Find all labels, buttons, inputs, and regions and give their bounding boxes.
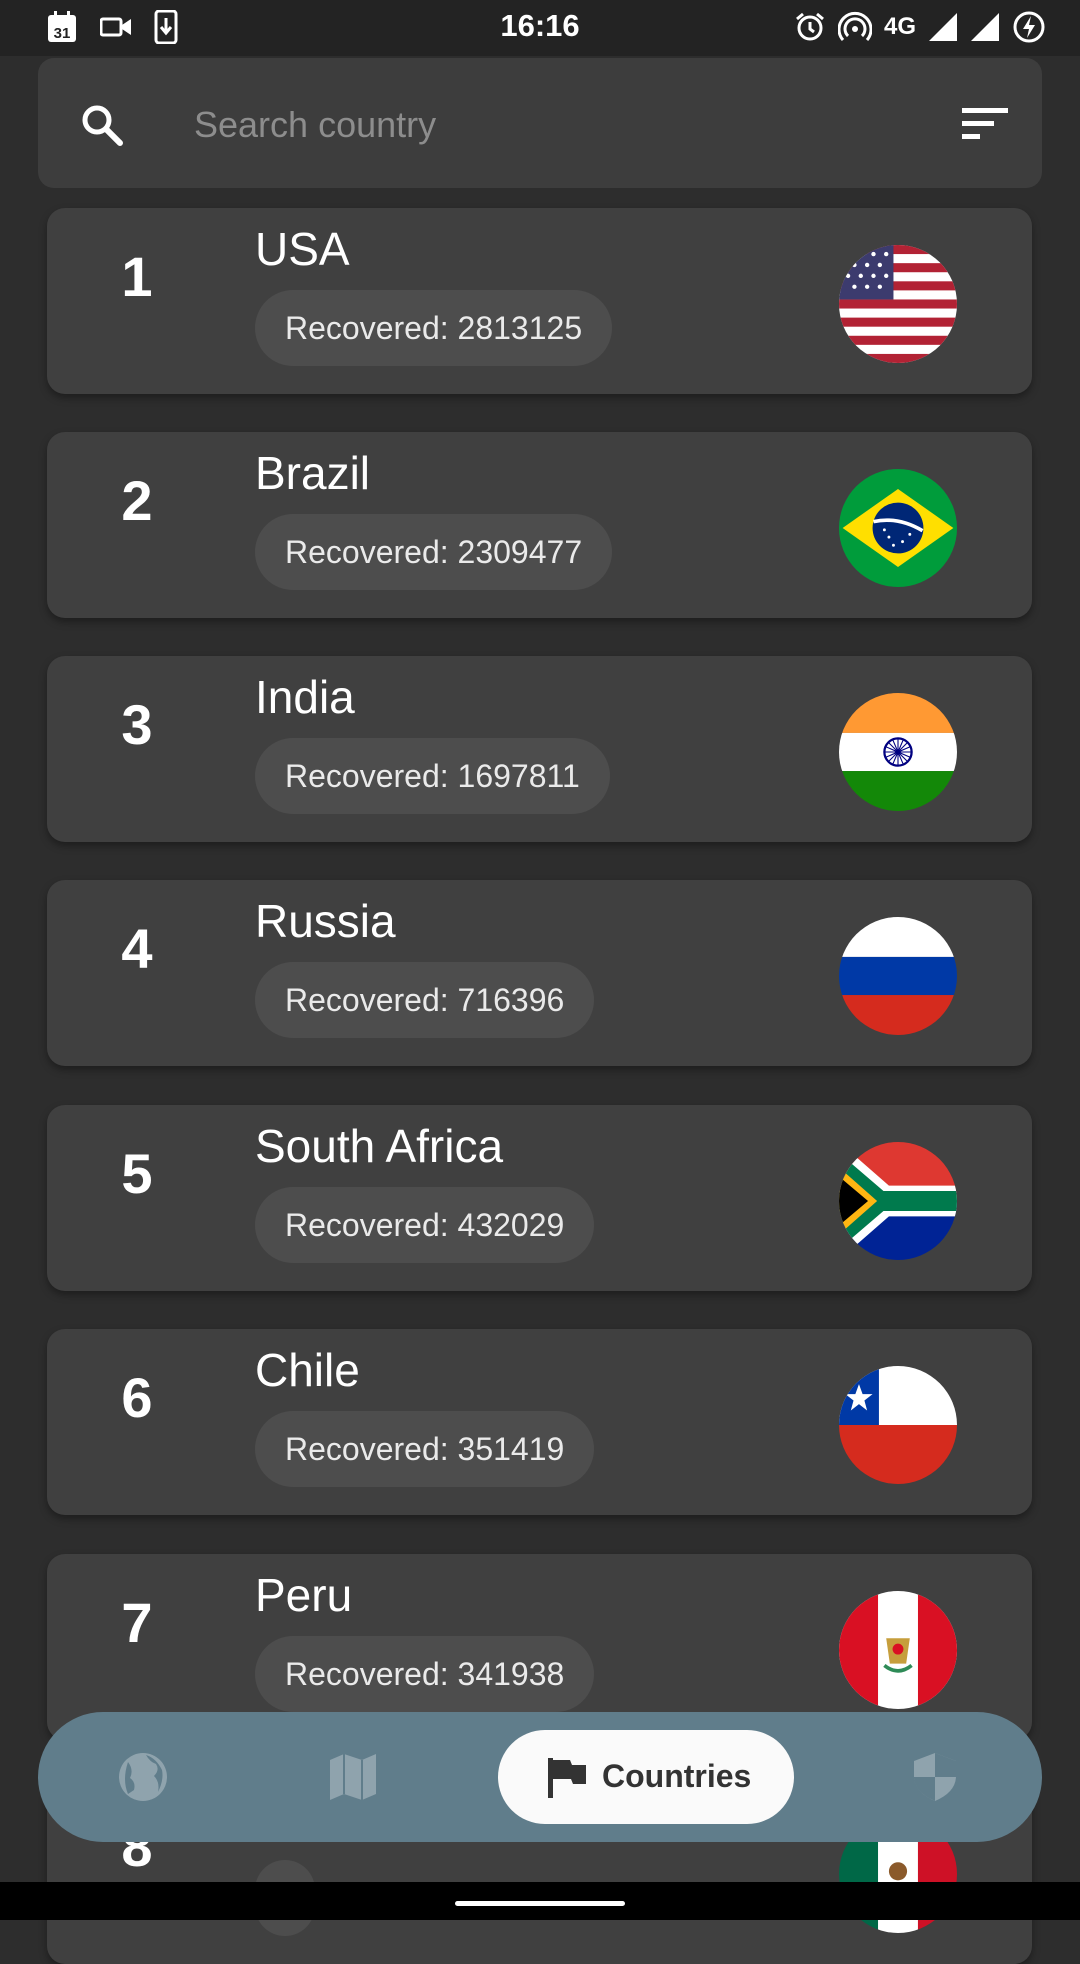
flag-icon bbox=[548, 1758, 586, 1798]
country-card-brazil[interactable]: 2 Brazil Recovered: 2309477 bbox=[47, 432, 1032, 618]
country-card-chile[interactable]: 6 Chile Recovered: 351419 bbox=[47, 1329, 1032, 1515]
recovered-chip: Recovered: 351419 bbox=[255, 1411, 595, 1487]
russia-flag-icon bbox=[839, 917, 957, 1035]
country-card-usa[interactable]: 1 USA Recovered: 2813125 bbox=[47, 208, 1032, 394]
peru-flag-icon bbox=[839, 1591, 957, 1709]
recovered-chip: Recovered: 716396 bbox=[255, 962, 595, 1038]
country-rank: 4 bbox=[121, 917, 153, 980]
usa-flag-icon bbox=[839, 245, 957, 363]
country-card-india[interactable]: 3 India Recovered: 1697811 bbox=[47, 656, 1032, 842]
country-name: Chile bbox=[255, 1344, 360, 1396]
country-card-russia[interactable]: 4 Russia Recovered: 716396 bbox=[47, 880, 1032, 1066]
country-rank: 6 bbox=[121, 1366, 153, 1429]
recovered-chip: Recovered: 2309477 bbox=[255, 514, 613, 590]
chile-flag-icon bbox=[839, 1366, 957, 1484]
network-type: 4G bbox=[883, 13, 916, 40]
search-input[interactable] bbox=[192, 94, 916, 156]
country-rank: 3 bbox=[121, 693, 153, 756]
signal-icon bbox=[929, 13, 957, 41]
alarm-icon bbox=[796, 12, 824, 41]
filter-icon[interactable] bbox=[962, 106, 1008, 140]
recovered-chip: Recovered: 432029 bbox=[255, 1187, 595, 1263]
status-right: 4G bbox=[794, 10, 1046, 44]
brazil-flag-icon bbox=[839, 469, 957, 587]
recovered-chip: Recovered: 2813125 bbox=[255, 290, 613, 366]
country-name: Russia bbox=[255, 895, 396, 947]
country-rank: 1 bbox=[121, 245, 153, 308]
country-name: South Africa bbox=[255, 1120, 504, 1172]
country-rank: 2 bbox=[121, 469, 153, 532]
bottom-nav: Countries bbox=[38, 1712, 1042, 1842]
country-rank: 5 bbox=[121, 1142, 153, 1205]
battery-saver-icon bbox=[1013, 11, 1045, 43]
country-card-south-africa[interactable]: 5 South Africa Recovered: 432029 bbox=[47, 1105, 1032, 1291]
shield-icon[interactable] bbox=[908, 1750, 962, 1804]
hotspot-icon bbox=[837, 11, 872, 41]
south-africa-flag-icon bbox=[839, 1142, 957, 1260]
recovered-chip: Recovered: 1697811 bbox=[255, 738, 610, 814]
india-flag-icon bbox=[839, 693, 957, 811]
recovered-chip: Recovered: 341938 bbox=[255, 1636, 595, 1712]
status-bar: 31 16:16 4G bbox=[0, 0, 1080, 56]
home-indicator[interactable] bbox=[455, 1901, 625, 1906]
map-icon[interactable] bbox=[326, 1750, 380, 1804]
country-name: India bbox=[255, 671, 355, 723]
signal-icon bbox=[971, 13, 999, 41]
country-name: Peru bbox=[255, 1569, 353, 1621]
countries-tab-label: Countries bbox=[602, 1758, 752, 1794]
country-name: Brazil bbox=[255, 447, 371, 499]
globe-icon[interactable] bbox=[116, 1750, 170, 1804]
search-icon[interactable] bbox=[80, 103, 124, 147]
country-rank: 7 bbox=[121, 1591, 153, 1654]
country-name: USA bbox=[255, 223, 350, 275]
countries-tab[interactable]: Countries bbox=[498, 1730, 794, 1824]
